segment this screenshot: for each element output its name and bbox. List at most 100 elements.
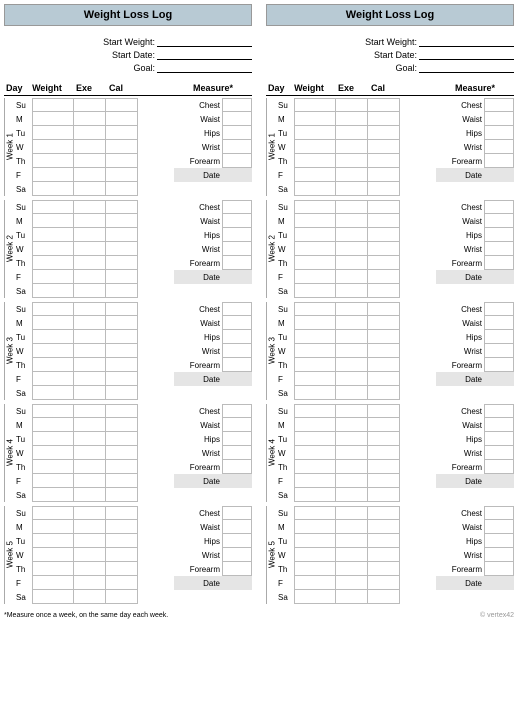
measure-cell[interactable] (222, 446, 252, 460)
cal-cell[interactable] (106, 474, 138, 488)
exe-cell[interactable] (74, 358, 106, 372)
exe-cell[interactable] (74, 534, 106, 548)
cal-cell[interactable] (368, 112, 400, 126)
weight-cell[interactable] (32, 302, 74, 316)
measure-cell[interactable] (484, 460, 514, 474)
exe-cell[interactable] (336, 548, 368, 562)
cal-cell[interactable] (106, 284, 138, 298)
cal-cell[interactable] (106, 242, 138, 256)
cal-cell[interactable] (368, 168, 400, 182)
weight-cell[interactable] (294, 548, 336, 562)
cal-cell[interactable] (106, 562, 138, 576)
meta-input-goal[interactable] (157, 62, 252, 73)
cal-cell[interactable] (368, 330, 400, 344)
weight-cell[interactable] (32, 316, 74, 330)
weight-cell[interactable] (32, 112, 74, 126)
exe-cell[interactable] (74, 590, 106, 604)
measure-cell[interactable] (222, 112, 252, 126)
measure-cell[interactable] (222, 228, 252, 242)
exe-cell[interactable] (336, 344, 368, 358)
weight-cell[interactable] (294, 358, 336, 372)
exe-cell[interactable] (336, 98, 368, 112)
exe-cell[interactable] (74, 474, 106, 488)
cal-cell[interactable] (368, 506, 400, 520)
measure-cell[interactable] (484, 98, 514, 112)
cal-cell[interactable] (106, 270, 138, 284)
weight-cell[interactable] (32, 404, 74, 418)
cal-cell[interactable] (106, 126, 138, 140)
cal-cell[interactable] (368, 140, 400, 154)
weight-cell[interactable] (294, 344, 336, 358)
cal-cell[interactable] (368, 256, 400, 270)
cal-cell[interactable] (106, 214, 138, 228)
weight-cell[interactable] (32, 548, 74, 562)
weight-cell[interactable] (294, 488, 336, 502)
cal-cell[interactable] (368, 302, 400, 316)
measure-cell[interactable] (484, 242, 514, 256)
exe-cell[interactable] (336, 182, 368, 196)
exe-cell[interactable] (74, 242, 106, 256)
exe-cell[interactable] (74, 316, 106, 330)
measure-cell[interactable] (484, 214, 514, 228)
weight-cell[interactable] (32, 256, 74, 270)
weight-cell[interactable] (32, 418, 74, 432)
weight-cell[interactable] (294, 270, 336, 284)
weight-cell[interactable] (294, 242, 336, 256)
weight-cell[interactable] (294, 168, 336, 182)
weight-cell[interactable] (294, 284, 336, 298)
cal-cell[interactable] (106, 404, 138, 418)
exe-cell[interactable] (336, 590, 368, 604)
exe-cell[interactable] (74, 404, 106, 418)
weight-cell[interactable] (32, 534, 74, 548)
exe-cell[interactable] (336, 214, 368, 228)
measure-cell[interactable] (222, 432, 252, 446)
cal-cell[interactable] (368, 386, 400, 400)
measure-cell[interactable] (222, 576, 252, 590)
measure-cell[interactable] (222, 520, 252, 534)
cal-cell[interactable] (368, 590, 400, 604)
measure-cell[interactable] (484, 446, 514, 460)
cal-cell[interactable] (106, 590, 138, 604)
weight-cell[interactable] (294, 418, 336, 432)
weight-cell[interactable] (294, 214, 336, 228)
exe-cell[interactable] (336, 576, 368, 590)
exe-cell[interactable] (74, 418, 106, 432)
cal-cell[interactable] (106, 200, 138, 214)
exe-cell[interactable] (74, 228, 106, 242)
exe-cell[interactable] (336, 474, 368, 488)
measure-cell[interactable] (222, 548, 252, 562)
measure-cell[interactable] (484, 432, 514, 446)
exe-cell[interactable] (336, 256, 368, 270)
exe-cell[interactable] (74, 302, 106, 316)
exe-cell[interactable] (336, 562, 368, 576)
weight-cell[interactable] (294, 330, 336, 344)
measure-cell[interactable] (484, 256, 514, 270)
measure-cell[interactable] (484, 302, 514, 316)
measure-cell[interactable] (222, 474, 252, 488)
weight-cell[interactable] (32, 474, 74, 488)
weight-cell[interactable] (32, 200, 74, 214)
measure-cell[interactable] (484, 372, 514, 386)
cal-cell[interactable] (368, 562, 400, 576)
exe-cell[interactable] (336, 126, 368, 140)
exe-cell[interactable] (336, 358, 368, 372)
exe-cell[interactable] (74, 330, 106, 344)
exe-cell[interactable] (336, 488, 368, 502)
measure-cell[interactable] (222, 330, 252, 344)
exe-cell[interactable] (336, 534, 368, 548)
measure-cell[interactable] (484, 316, 514, 330)
weight-cell[interactable] (294, 256, 336, 270)
exe-cell[interactable] (74, 460, 106, 474)
weight-cell[interactable] (32, 126, 74, 140)
weight-cell[interactable] (294, 446, 336, 460)
cal-cell[interactable] (368, 488, 400, 502)
weight-cell[interactable] (294, 534, 336, 548)
cal-cell[interactable] (368, 270, 400, 284)
cal-cell[interactable] (368, 214, 400, 228)
exe-cell[interactable] (336, 228, 368, 242)
measure-cell[interactable] (222, 358, 252, 372)
weight-cell[interactable] (32, 590, 74, 604)
exe-cell[interactable] (336, 242, 368, 256)
exe-cell[interactable] (74, 548, 106, 562)
exe-cell[interactable] (336, 330, 368, 344)
